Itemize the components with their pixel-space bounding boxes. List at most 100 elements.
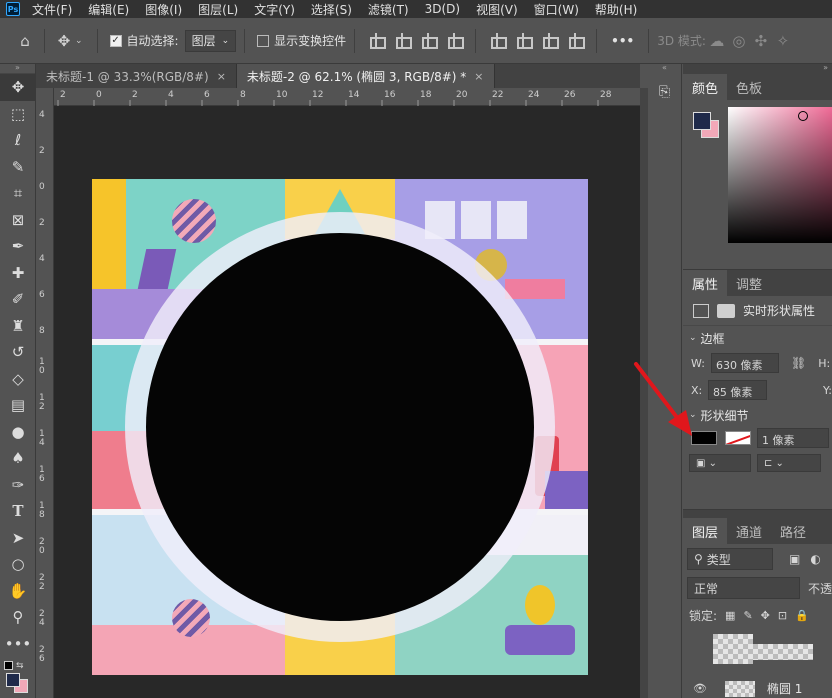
lock-position-icon[interactable]: ✥ — [761, 609, 770, 622]
auto-select-checkbox[interactable]: ✓ — [109, 34, 122, 47]
type-tool-icon[interactable]: T — [0, 498, 36, 525]
tab-swatches[interactable]: 色板 — [727, 74, 771, 100]
tab-adjustments[interactable]: 调整 — [727, 270, 771, 296]
pen-tool-icon[interactable]: ✑ — [0, 472, 36, 499]
align-left-icon[interactable] — [367, 32, 387, 49]
frame-tool-icon[interactable]: ⊠ — [0, 207, 36, 234]
chevron-down-icon[interactable]: ⌄ — [689, 333, 697, 343]
menu-help[interactable]: 帮助(H) — [595, 1, 637, 18]
align-bottom-icon[interactable] — [540, 32, 560, 49]
menu-select[interactable]: 选择(S) — [311, 1, 352, 18]
swap-colors-icon[interactable]: ⇆ — [16, 661, 24, 671]
vertical-ruler[interactable]: 4 2 0 2 4 6 8 1 0 1 2 1 4 1 6 1 8 2 0 2 … — [36, 88, 54, 698]
clone-stamp-tool-icon[interactable]: ♜ — [0, 313, 36, 340]
link-icon[interactable]: ⛓ — [791, 356, 806, 370]
blur-tool-icon[interactable]: ● — [0, 419, 36, 446]
image-filter-icon[interactable]: ▣ — [789, 552, 800, 566]
lasso-tool-icon[interactable]: ℓ — [0, 127, 36, 154]
foreground-color-swatch[interactable] — [6, 673, 20, 687]
lock-artboard-icon[interactable]: ⊡ — [778, 609, 787, 622]
lock-all-icon[interactable]: 🔒 — [795, 609, 809, 622]
lock-transparent-icon[interactable]: ▦ — [725, 609, 735, 622]
shape-properties-icon[interactable] — [693, 303, 709, 318]
horizontal-ruler[interactable]: 2 0 2 4 6 8 10 12 14 16 18 20 22 24 26 2… — [54, 88, 640, 106]
ellipse-3-shape[interactable] — [146, 233, 534, 621]
tab-properties[interactable]: 属性 — [683, 270, 728, 296]
default-colors-icon[interactable] — [4, 661, 13, 670]
menu-3d[interactable]: 3D(D) — [425, 2, 460, 16]
move-tool-icon[interactable]: ✥ — [53, 30, 75, 52]
ellipse-tool-icon[interactable]: ○ — [0, 551, 36, 578]
menu-type[interactable]: 文字(Y) — [254, 1, 295, 18]
move-tool-icon[interactable]: ✥ — [0, 74, 36, 101]
close-icon[interactable]: × — [474, 70, 483, 83]
orbit-3d-icon[interactable]: ☁ — [706, 30, 728, 52]
path-select-tool-icon[interactable]: ➤ — [0, 525, 36, 552]
layer-filter-dropdown[interactable]: ⚲ 类型 — [687, 548, 773, 570]
panel-collapse-handle[interactable]: » — [0, 64, 35, 74]
width-input[interactable]: 630 像素 — [711, 353, 779, 373]
eraser-tool-icon[interactable]: ◇ — [0, 366, 36, 393]
menu-image[interactable]: 图像(I) — [145, 1, 182, 18]
tab-document-2[interactable]: 未标题-2 @ 62.1% (椭圆 3, RGB/8#) * × — [236, 64, 495, 88]
dodge-tool-icon[interactable]: ♠ — [0, 445, 36, 472]
photoshop-logo-icon[interactable]: Ps — [6, 2, 20, 16]
layer-row[interactable]: 👁 椭圆 1 — [683, 678, 832, 698]
tab-layers[interactable]: 图层 — [683, 518, 728, 544]
menu-window[interactable]: 窗口(W) — [534, 1, 579, 18]
tab-color[interactable]: 颜色 — [683, 74, 728, 100]
healing-brush-tool-icon[interactable]: ✚ — [0, 260, 36, 287]
menu-filter[interactable]: 滤镜(T) — [368, 1, 409, 18]
layer-row-thumbnail[interactable] — [683, 630, 832, 670]
tab-paths[interactable]: 路径 — [771, 518, 815, 544]
quick-select-tool-icon[interactable]: ✎ — [0, 154, 36, 181]
menu-edit[interactable]: 编辑(E) — [88, 1, 129, 18]
slide-3d-icon[interactable]: ✧ — [772, 30, 794, 52]
history-panel-icon[interactable]: ⎘ — [655, 84, 675, 104]
align-center-h-icon[interactable] — [393, 32, 413, 49]
chevron-down-icon[interactable]: ⌄ — [75, 36, 83, 46]
adjustment-filter-icon[interactable]: ◐ — [810, 552, 820, 566]
x-input[interactable]: 85 像素 — [707, 380, 768, 400]
align-top-icon[interactable] — [488, 32, 508, 49]
brush-tool-icon[interactable]: ✐ — [0, 286, 36, 313]
roll-3d-icon[interactable]: ◎ — [728, 30, 750, 52]
home-icon[interactable]: ⌂ — [14, 30, 36, 52]
show-transform-checkbox[interactable] — [257, 34, 270, 47]
align-middle-v-icon[interactable] — [514, 32, 534, 49]
panel-collapse-handle[interactable]: « — [648, 64, 681, 74]
visibility-eye-icon[interactable]: 👁 — [693, 682, 707, 695]
eyedropper-tool-icon[interactable]: ✒ — [0, 233, 36, 260]
menu-view[interactable]: 视图(V) — [476, 1, 518, 18]
stroke-color-swatch[interactable] — [725, 431, 751, 445]
menu-layer[interactable]: 图层(L) — [198, 1, 238, 18]
document-canvas[interactable] — [92, 179, 588, 675]
gradient-tool-icon[interactable]: ▤ — [0, 392, 36, 419]
zoom-tool-icon[interactable]: ⚲ — [0, 604, 36, 631]
more-options-button[interactable]: ••• — [611, 34, 634, 48]
edit-toolbar-icon[interactable]: ••• — [0, 631, 36, 658]
stroke-align-dropdown[interactable]: ⊏ ⌄ — [757, 454, 821, 472]
distribute-icon[interactable] — [445, 32, 465, 49]
lock-image-icon[interactable]: ✎ — [743, 609, 752, 622]
pan-3d-icon[interactable]: ✣ — [750, 30, 772, 52]
panel-collapse-handle[interactable]: » — [683, 64, 832, 72]
color-picker-field[interactable] — [728, 107, 832, 243]
tab-document-1[interactable]: 未标题-1 @ 33.3%(RGB/8#) × — [36, 64, 237, 88]
color-picker-cursor[interactable] — [798, 111, 808, 121]
close-icon[interactable]: × — [217, 70, 226, 83]
history-brush-tool-icon[interactable]: ↺ — [0, 339, 36, 366]
tab-channels[interactable]: 通道 — [727, 518, 771, 544]
blend-mode-dropdown[interactable]: 正常 — [687, 577, 800, 599]
crop-tool-icon[interactable]: ⌗ — [0, 180, 36, 207]
foreground-color-swatch[interactable] — [693, 112, 711, 130]
stroke-type-dropdown[interactable]: ▣ ⌄ — [689, 454, 751, 472]
hand-tool-icon[interactable]: ✋ — [0, 578, 36, 605]
distribute-v-icon[interactable] — [566, 32, 586, 49]
auto-select-dropdown[interactable]: 图层 ⌄ — [184, 29, 237, 52]
stroke-width-input[interactable]: 1 像素 — [757, 428, 829, 448]
marquee-tool-icon[interactable]: ⬚ — [0, 101, 36, 128]
align-right-icon[interactable] — [419, 32, 439, 49]
mask-properties-icon[interactable] — [717, 303, 735, 318]
menu-file[interactable]: 文件(F) — [32, 1, 72, 18]
